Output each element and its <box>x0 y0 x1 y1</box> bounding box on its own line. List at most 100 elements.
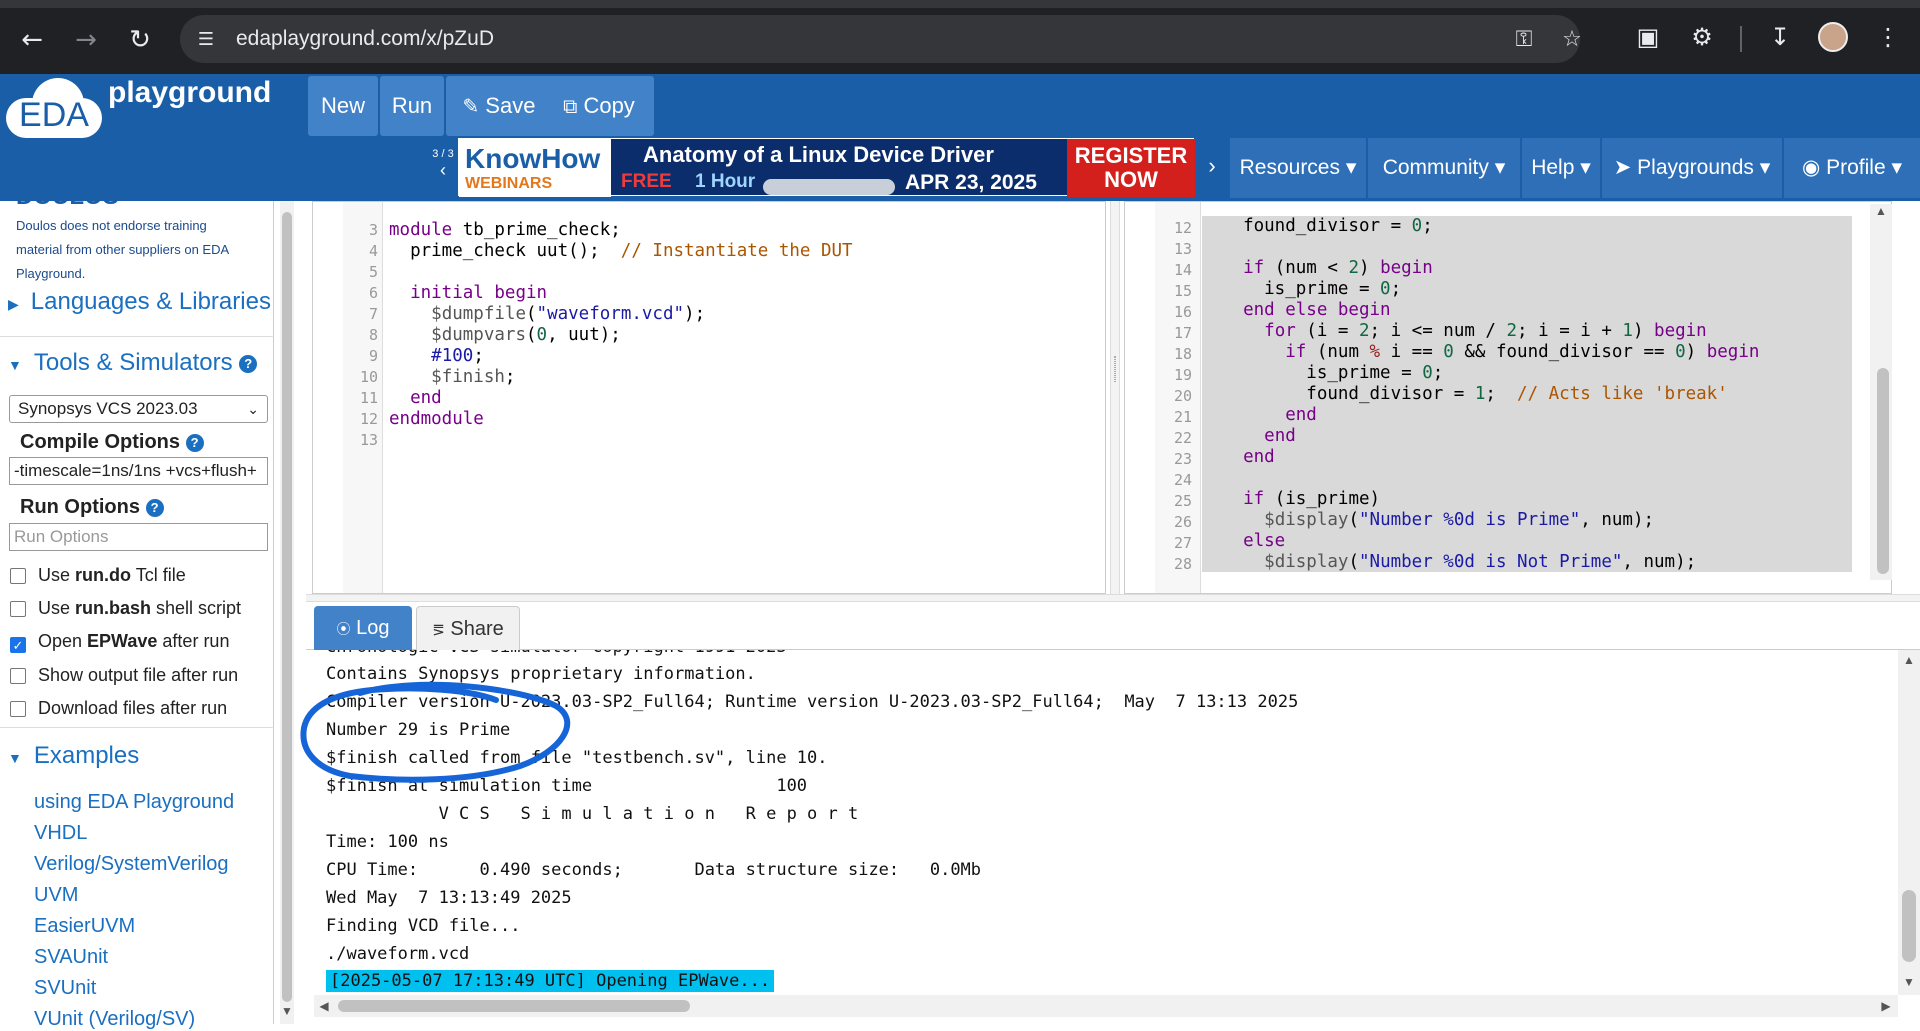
log-horizontal-scroll-thumb[interactable] <box>338 1000 690 1012</box>
editor-splitter[interactable] <box>1110 201 1120 594</box>
tab-log[interactable]: ⦿ Log <box>314 606 412 650</box>
doulos-note: Doulos does not endorse training materia… <box>16 218 229 281</box>
register-now-button[interactable]: REGISTER NOW <box>1067 139 1195 197</box>
new-button[interactable]: New <box>308 76 378 136</box>
site-settings-icon[interactable]: ☰ <box>194 27 218 51</box>
testbench-code[interactable]: module tb_prime_check; prime_check uut()… <box>389 220 853 430</box>
checkbox[interactable] <box>10 668 26 684</box>
design-code[interactable]: found_divisor = 0; if (num < 2) begin is… <box>1222 216 1759 573</box>
scroll-down-icon[interactable]: ▼ <box>280 1004 294 1022</box>
banner-next-button[interactable]: › <box>1202 150 1222 182</box>
log-line: $finish at simulation time 100 <box>326 776 808 796</box>
checkbox[interactable] <box>10 568 26 584</box>
compile-options-label: Compile Options ? <box>20 431 204 454</box>
run-options-input[interactable]: Run Options <box>9 523 268 551</box>
checkbox-run-bash[interactable]: Use run.bash shell script <box>10 597 241 619</box>
checkbox-open-epwave[interactable]: ✓ Open EPWave after run <box>10 630 229 653</box>
nav-playgrounds[interactable]: ➤ Playgrounds ▾ <box>1602 138 1782 198</box>
tools-simulators-heading[interactable]: ▼ Tools & Simulators ? <box>8 349 258 377</box>
nav-community[interactable]: Community ▾ <box>1368 138 1520 198</box>
eda-logo[interactable]: EDA <box>6 78 102 138</box>
password-key-icon[interactable]: ⚿ <box>1510 25 1538 53</box>
log-output[interactable]: Chronologic VCS simulator copyright 1991… <box>314 650 1896 995</box>
scroll-left-icon[interactable]: ◀ <box>316 998 332 1014</box>
divider <box>0 336 274 337</box>
log-line: Contains Synopsys proprietary informatio… <box>326 664 756 684</box>
nav-resources[interactable]: Resources ▾ <box>1230 138 1366 198</box>
scroll-up-icon[interactable]: ▲ <box>1872 204 1890 222</box>
divider <box>0 727 274 728</box>
example-link[interactable]: EasierUVM <box>34 915 135 938</box>
checkbox-run-do[interactable]: Use run.do Tcl file <box>10 564 186 586</box>
log-line: Compiler version U-2023.03-SP2_Full64; R… <box>326 692 1299 712</box>
panel-splitter[interactable] <box>306 594 1920 602</box>
bookmark-star-icon[interactable]: ☆ <box>1558 25 1586 53</box>
reload-icon[interactable]: ↻ <box>122 22 158 58</box>
example-link[interactable]: SVAUnit <box>34 946 108 969</box>
banner-dots <box>763 179 895 195</box>
tab-strip <box>0 0 1920 8</box>
scroll-up-icon[interactable]: ▲ <box>1901 652 1917 668</box>
line-numbers: 3 4 5 6 7 8 9 10 11 12 13 <box>359 221 378 449</box>
nav-help[interactable]: Help ▾ <box>1522 138 1600 198</box>
menu-kebab-icon[interactable]: ⋮ <box>1870 20 1906 56</box>
log-line: V C S S i m u l a t i o n R e p o r t <box>326 804 859 824</box>
share-icon: ⪚ <box>432 622 445 639</box>
checkbox[interactable] <box>10 701 26 717</box>
example-link[interactable]: using EDA Playground <box>34 791 234 814</box>
arrow-right-icon[interactable]: → <box>68 22 104 58</box>
run-button[interactable]: Run <box>380 76 444 136</box>
example-link[interactable]: SVUnit <box>34 977 96 1000</box>
checkbox-checked[interactable]: ✓ <box>10 637 26 653</box>
logo-text: EDA <box>19 96 89 134</box>
toolbar-divider <box>1740 26 1742 52</box>
log-icon: ⦿ <box>336 621 351 637</box>
examples-heading[interactable]: ▼ Examples <box>8 742 139 770</box>
scroll-right-icon[interactable]: ▶ <box>1878 998 1894 1014</box>
address-bar[interactable]: ☰ edaplayground.com/x/pZuD ⚿ ☆ <box>180 15 1582 63</box>
copy-button[interactable]: ⧉ Copy <box>544 76 654 136</box>
logo-word[interactable]: playground <box>108 74 271 112</box>
cast-icon[interactable]: ▣ <box>1630 20 1666 56</box>
scroll-down-icon[interactable]: ▼ <box>1901 974 1917 990</box>
languages-libraries-heading[interactable]: ▶ Languages & Libraries <box>8 288 271 316</box>
log-line: $finish called from file "testbench.sv",… <box>326 748 828 768</box>
example-link[interactable]: UVM <box>34 884 78 907</box>
log-line: CPU Time: 0.490 seconds; Data structure … <box>326 860 982 880</box>
editor-scroll-thumb[interactable] <box>1877 368 1889 574</box>
checkbox-show-output[interactable]: Show output file after run <box>10 664 238 686</box>
help-icon[interactable]: ? <box>239 354 258 373</box>
checkbox[interactable] <box>10 601 26 617</box>
banner-title: Anatomy of a Linux Device Driver <box>643 142 994 167</box>
arrow-left-icon[interactable]: ← <box>14 22 50 58</box>
caret-right-icon: ▶ <box>8 296 19 312</box>
tab-share[interactable]: ⪚ Share <box>416 606 520 650</box>
compile-options-input[interactable]: -timescale=1ns/1ns +vcs+flush+ <box>9 457 268 485</box>
banner-date: APR 23, 2025 <box>905 171 1037 194</box>
download-icon[interactable]: ↧ <box>1762 20 1798 56</box>
copy-icon: ⧉ <box>563 96 578 118</box>
ad-banner[interactable]: KnowHow WEBINARS Anatomy of a Linux Devi… <box>458 138 1195 197</box>
url-text[interactable]: edaplayground.com/x/pZuD <box>236 15 494 63</box>
log-line: Finding VCD file... <box>326 916 521 936</box>
banner-prev-button[interactable]: 3 / 3 ‹ <box>430 146 456 186</box>
caret-down-icon: ▼ <box>8 357 22 373</box>
help-icon[interactable]: ? <box>185 433 204 452</box>
help-icon[interactable]: ? <box>145 498 164 517</box>
knowhow-logo: KnowHow WEBINARS <box>459 139 611 197</box>
example-link[interactable]: VHDL <box>34 822 87 845</box>
nav-profile[interactable]: ◉ Profile ▾ <box>1784 138 1920 198</box>
pencil-icon: ✎ <box>462 96 480 118</box>
save-button[interactable]: ✎ Save <box>446 76 552 136</box>
doulos-logo[interactable]: DOULOS <box>16 183 119 205</box>
sidebar-scroll-thumb[interactable] <box>282 212 292 1002</box>
log-vertical-scroll-thumb[interactable] <box>1902 890 1916 962</box>
simulator-select[interactable]: Synopsys VCS 2023.03 ⌄ <box>9 395 268 423</box>
avatar[interactable] <box>1818 22 1848 52</box>
chevron-down-icon: ⌄ <box>247 401 259 417</box>
checkbox-download-files[interactable]: Download files after run <box>10 697 227 719</box>
example-link[interactable]: VUnit (Verilog/SV) <box>34 1008 195 1031</box>
example-link[interactable]: Verilog/SystemVerilog <box>34 853 229 876</box>
extensions-icon[interactable]: ⚙ <box>1684 20 1720 56</box>
log-line: Chronologic VCS simulator copyright 1991… <box>326 650 787 658</box>
